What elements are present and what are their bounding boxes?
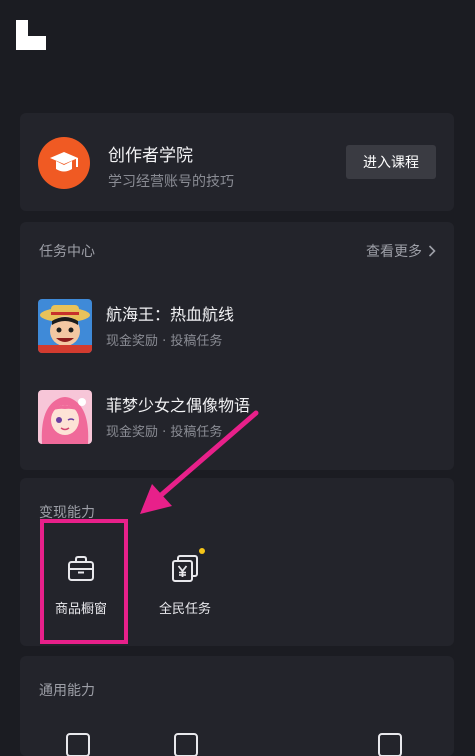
chevron-right-icon: [428, 245, 436, 257]
creator-academy-card[interactable]: 创作者学院 学习经营账号的技巧 进入课程: [20, 113, 454, 211]
academy-title: 创作者学院: [108, 146, 193, 166]
general-capabilities-card: 通用能力: [20, 656, 454, 756]
graduation-cap-icon: [38, 137, 90, 189]
universal-task-label: 全民任务: [158, 602, 211, 617]
general-capabilities-title: 通用能力: [39, 683, 95, 699]
general-tool-icon: [378, 733, 402, 756]
general-tool-icon: [66, 733, 90, 756]
task-meta: 现金奖励 · 投稿任务: [106, 425, 223, 440]
highlight-box: [40, 519, 128, 644]
general-tool-icon: [174, 733, 198, 756]
notification-dot: [199, 548, 205, 554]
task-name: 航海王：热血航线: [106, 305, 235, 324]
enter-course-button[interactable]: 进入课程: [346, 145, 436, 179]
task-center-title: 任务中心: [39, 244, 95, 260]
one-piece-thumbnail: [38, 299, 92, 353]
task-item-one-piece[interactable]: 航海王：热血航线 现金奖励 · 投稿任务: [38, 299, 438, 355]
task-meta: 现金奖励 · 投稿任务: [106, 334, 223, 349]
idol-story-thumbnail: [38, 390, 92, 444]
view-more-label: 查看更多: [366, 244, 422, 260]
task-item-idol-story[interactable]: 菲梦少女之偶像物语 现金奖励 · 投稿任务: [38, 390, 438, 446]
academy-subtitle: 学习经营账号的技巧: [108, 174, 234, 190]
app-logo-icon: [16, 20, 46, 50]
yen-task-icon: [169, 548, 205, 584]
universal-task-button[interactable]: 全民任务: [140, 546, 230, 626]
task-name: 菲梦少女之偶像物语: [106, 396, 251, 415]
view-more-link[interactable]: 查看更多: [366, 241, 436, 261]
task-center-card: 任务中心 查看更多 航海王：热血航线 现金奖励 · 投稿任务 菲梦少女之偶像物语…: [20, 222, 454, 470]
